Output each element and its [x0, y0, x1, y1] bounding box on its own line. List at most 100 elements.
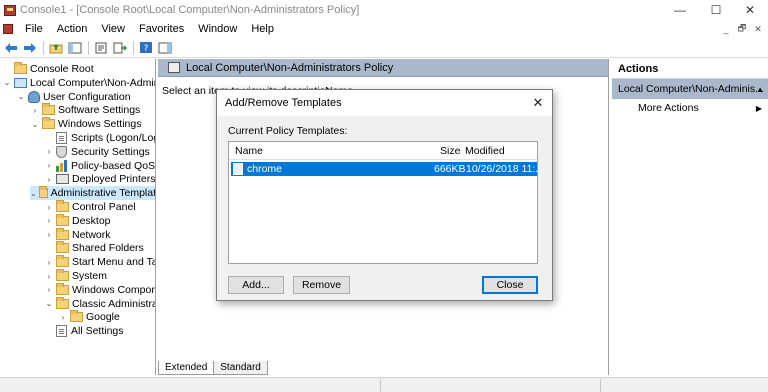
- menu-favorites[interactable]: Favorites: [132, 23, 191, 35]
- tree-item[interactable]: ⌄ Local Computer\Non-Adminis: [2, 76, 155, 90]
- dialog-title-bar: Add/Remove Templates ✕: [217, 90, 552, 116]
- properties-icon: [95, 42, 107, 53]
- tree-item[interactable]: Console Root: [2, 62, 94, 76]
- export-list-button[interactable]: [111, 39, 129, 57]
- template-row[interactable]: chrome 666KB 10/26/2018 11:...: [231, 162, 544, 176]
- expand-arrow-icon[interactable]: ⌄: [16, 90, 26, 104]
- tree-item[interactable]: All Settings: [44, 324, 124, 338]
- help-button[interactable]: ?: [137, 39, 155, 57]
- tree-item-label: Shared Folders: [72, 242, 144, 255]
- actions-group-header[interactable]: Local Computer\Non-Adminis... ▲: [612, 79, 768, 99]
- templates-list[interactable]: Name Size Modified chrome 666KB 10/26/20…: [228, 141, 544, 264]
- column-header-name[interactable]: Name: [235, 145, 263, 157]
- tree-item[interactable]: ⌄ Windows Settings: [30, 117, 141, 131]
- template-size: 666KB: [434, 163, 466, 175]
- tree-item[interactable]: Scripts (Logon/Log: [44, 131, 155, 145]
- expand-arrow-icon[interactable]: ⌄: [30, 117, 40, 131]
- templates-list-header: Name Size Modified: [229, 142, 537, 160]
- collapse-arrow-icon[interactable]: ›: [44, 228, 54, 242]
- show-hide-tree-button[interactable]: [66, 39, 84, 57]
- result-title: Local Computer\Non-Administrators Policy: [186, 61, 394, 74]
- tree-item[interactable]: › Google: [58, 310, 120, 324]
- collapse-arrow-icon[interactable]: ›: [44, 145, 54, 159]
- toolbar-separator: [88, 40, 89, 55]
- up-one-level-button[interactable]: [47, 39, 65, 57]
- console-menu-icon[interactable]: [3, 24, 13, 34]
- folder-icon: [56, 213, 69, 226]
- minimize-button[interactable]: —: [662, 0, 698, 20]
- collapse-arrow-icon[interactable]: ›: [44, 269, 54, 283]
- menu-file[interactable]: File: [18, 23, 50, 35]
- collapse-arrow-icon[interactable]: ›: [44, 172, 54, 186]
- chevron-right-icon: ▶: [755, 103, 762, 113]
- folder-icon: [14, 62, 27, 74]
- expand-arrow-icon[interactable]: ⌄: [44, 297, 54, 311]
- template-modified: 10/26/2018 11:...: [466, 163, 545, 175]
- mdi-restore-button[interactable]: 🗗: [734, 20, 750, 38]
- mmc-app-icon: [4, 4, 16, 16]
- folder-icon: [56, 200, 69, 212]
- dialog-close-icon[interactable]: ✕: [528, 93, 548, 113]
- tree-item[interactable]: ⌄ User Configuration: [16, 90, 131, 104]
- column-header-size[interactable]: Size: [440, 145, 460, 157]
- maximize-button[interactable]: ☐: [698, 0, 734, 20]
- tree-item[interactable]: › Software Settings: [30, 103, 140, 117]
- expand-arrow-icon[interactable]: ⌄: [30, 186, 37, 200]
- show-hide-action-pane-button[interactable]: [156, 39, 174, 57]
- column-header-modified[interactable]: Modified: [465, 145, 505, 157]
- tree-item[interactable]: › Start Menu and Tas: [44, 255, 155, 269]
- tree-item[interactable]: › Deployed Printers: [44, 172, 155, 186]
- collapse-arrow-icon[interactable]: ›: [44, 283, 54, 297]
- tree-item-label: Security Settings: [71, 145, 150, 158]
- toolbar-separator: [133, 40, 134, 55]
- back-button[interactable]: [2, 39, 20, 57]
- tab-standard[interactable]: Standard: [213, 361, 268, 375]
- tree-item-label: User Configuration: [43, 90, 131, 103]
- mdi-close-button[interactable]: ✕: [750, 20, 766, 38]
- close-window-button[interactable]: ✕: [732, 0, 768, 20]
- menu-action[interactable]: Action: [50, 23, 95, 35]
- collapse-arrow-icon[interactable]: ›: [44, 159, 54, 173]
- menu-window[interactable]: Window: [191, 23, 244, 35]
- folder-up-icon: [49, 43, 63, 53]
- forward-button[interactable]: [21, 39, 39, 57]
- menu-help[interactable]: Help: [244, 23, 281, 35]
- tree-item-label: Console Root: [30, 63, 94, 75]
- collapse-arrow-icon[interactable]: ›: [44, 200, 54, 214]
- expand-arrow-icon[interactable]: ⌄: [2, 76, 12, 90]
- console-tree[interactable]: Console Root ⌄ Local Computer\Non-Adminis ⌄…: [0, 59, 156, 375]
- collapse-arrow-icon[interactable]: ›: [44, 214, 54, 228]
- mdi-minimize-button[interactable]: _: [718, 20, 734, 38]
- tree-item[interactable]: › System: [44, 269, 107, 283]
- tree-item-label: System: [72, 270, 108, 282]
- tree-item-label: Control Panel: [72, 201, 136, 213]
- menu-view[interactable]: View: [94, 23, 132, 35]
- collapse-arrow-icon[interactable]: ›: [30, 103, 40, 117]
- toolbar: ?: [0, 38, 768, 58]
- add-remove-templates-dialog: Add/Remove Templates ✕ Current Policy Te…: [216, 89, 553, 301]
- folder-icon: [56, 255, 69, 268]
- tree-item[interactable]: ⌄ Classic Administrat: [44, 296, 155, 311]
- tree-item[interactable]: ⌄ Administrative Templat: [30, 186, 155, 201]
- add-button[interactable]: Add...: [228, 276, 284, 294]
- remove-button[interactable]: Remove: [293, 276, 350, 294]
- tab-extended[interactable]: Extended: [158, 361, 215, 375]
- tree-item-label: Network: [72, 228, 111, 241]
- collapse-arrow-icon[interactable]: ›: [44, 255, 54, 269]
- current-templates-label: Current Policy Templates:: [228, 125, 348, 137]
- tree-item[interactable]: Shared Folders: [44, 241, 144, 255]
- tree-item[interactable]: › Policy-based QoS: [44, 159, 155, 173]
- action-pane-icon: [158, 42, 172, 53]
- tree-item[interactable]: › Security Settings: [44, 145, 150, 159]
- tree-item[interactable]: › Control Panel: [44, 200, 136, 214]
- tree-item[interactable]: › Windows Compone: [44, 282, 155, 297]
- collapse-arrow-icon[interactable]: ›: [58, 310, 68, 324]
- tree-item[interactable]: › Network: [44, 227, 111, 242]
- more-actions-item[interactable]: More Actions ▶: [612, 99, 768, 117]
- computer-policy-icon: [14, 77, 27, 88]
- properties-button[interactable]: [92, 39, 110, 57]
- tree-item[interactable]: › Desktop: [44, 213, 111, 228]
- window-title: Console1 - [Console Root\Local Computer\…: [20, 4, 360, 16]
- close-button[interactable]: Close: [482, 276, 538, 294]
